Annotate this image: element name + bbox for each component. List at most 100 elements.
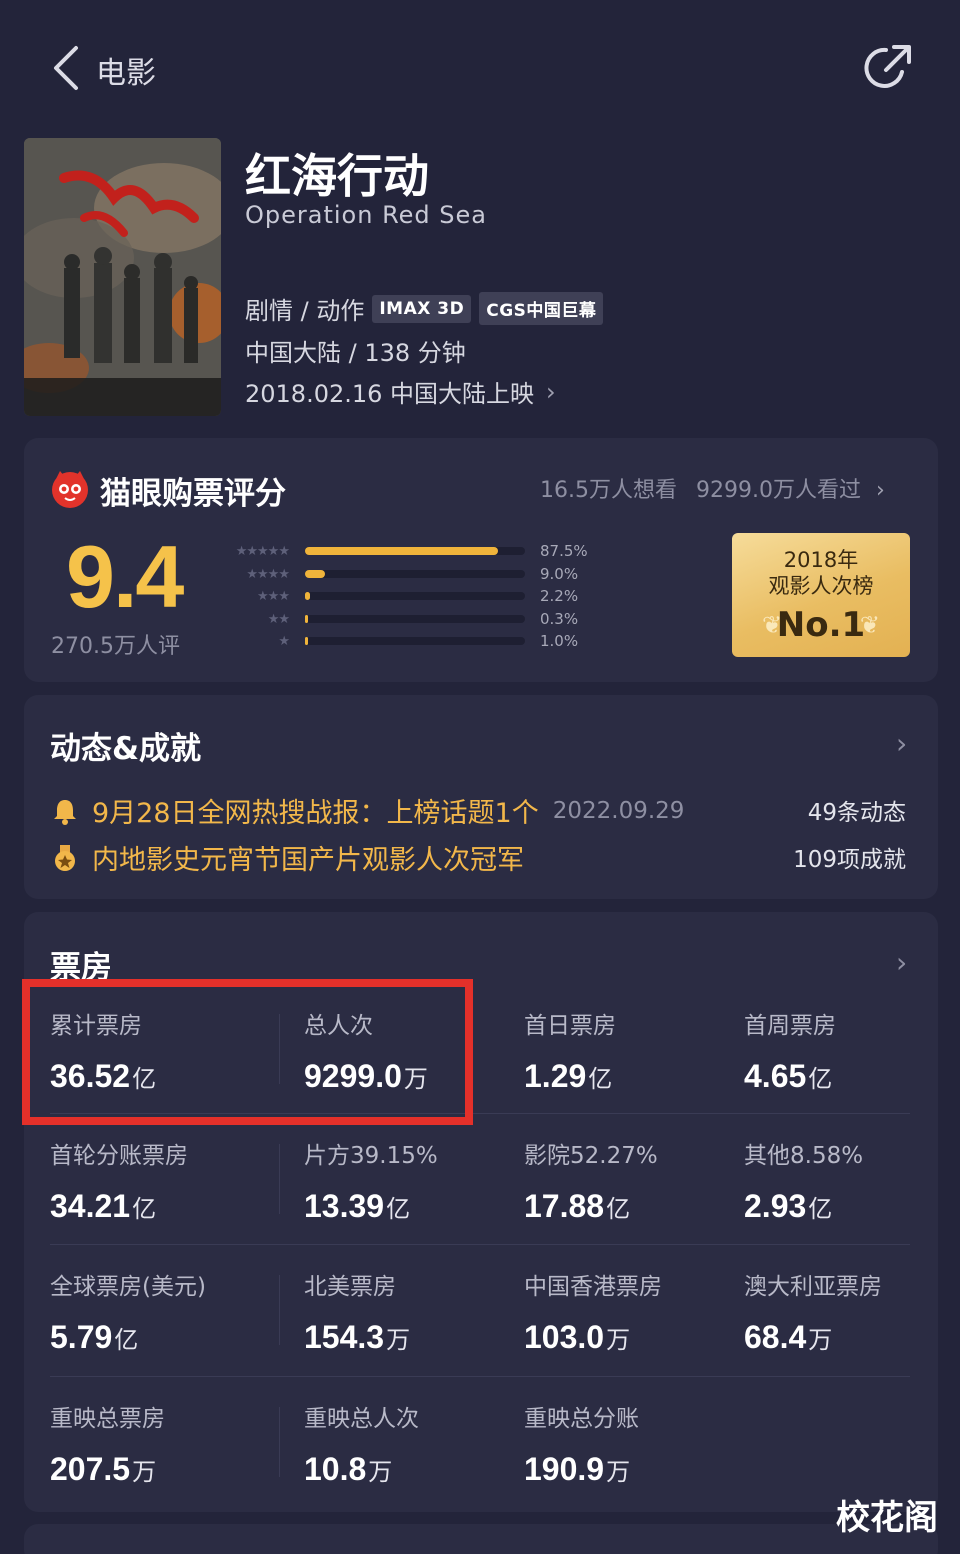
boxoffice-cell: 北美票房 154.3万 — [304, 1267, 410, 1356]
distribution-bar — [305, 547, 498, 555]
audience-stats[interactable]: 16.5万人想看 9299.0万人看过 › — [540, 472, 885, 504]
star-icons: ★★★ — [257, 589, 290, 604]
chevron-right-icon: › — [896, 727, 908, 760]
boxoffice-cell: 澳大利亚票房 68.4万 — [744, 1267, 882, 1356]
distribution-percent: 9.0% — [540, 564, 579, 583]
news-card[interactable]: 动态&成就 › 9月28日全网热搜战报：上榜话题1个 2022.09.29 49… — [24, 695, 938, 899]
column-divider — [279, 1275, 280, 1345]
share-icon — [864, 45, 911, 88]
want-count: 16.5万人想看 — [540, 478, 677, 503]
medal-icon — [55, 844, 75, 871]
release-date: 2018.02.16 中国大陆上映 — [245, 380, 535, 408]
boxoffice-label: 澳大利亚票房 — [744, 1274, 882, 1300]
boxoffice-label: 首轮分账票房 — [50, 1143, 188, 1169]
badge-rank: No.1 — [776, 605, 866, 645]
boxoffice-number: 4.65 — [744, 1058, 807, 1094]
watermark: 校花阁 — [836, 1498, 938, 1538]
distribution-track — [305, 637, 525, 645]
laurel-right-icon: ❦ — [859, 611, 880, 639]
boxoffice-unit: 万 — [606, 1458, 631, 1486]
boxoffice-label: 重映总票房 — [50, 1406, 165, 1432]
star-icons: ★★★★ — [246, 566, 290, 582]
achievement-text: 内地影史元宵节国产片观影人次冠军 — [92, 845, 524, 876]
boxoffice-number: 103.0 — [524, 1319, 605, 1355]
distribution-bar — [305, 637, 308, 645]
achievement-item[interactable]: 内地影史元宵节国产片观影人次冠军 — [50, 838, 524, 877]
rating-distribution: ★★★★★ 87.5% ★★★★ 9.0% ★★★ 2.2% ★★ 0.3% ★ 1.0% — [217, 541, 588, 654]
rating-title: 猫眼购票评分 — [100, 476, 286, 512]
boxoffice-unit: 万 — [606, 1326, 631, 1354]
distribution-track — [305, 592, 525, 600]
boxoffice-label: 首日票房 — [524, 1013, 616, 1039]
boxoffice-cell: 首日票房 1.29亿 — [524, 1006, 616, 1095]
release-row[interactable]: 2018.02.16 中国大陆上映 › — [245, 374, 556, 409]
distribution-track — [305, 569, 525, 578]
boxoffice-unit: 亿 — [588, 1065, 613, 1093]
news-item-text: 9月28日全网热搜战报：上榜话题1个 — [92, 798, 539, 829]
distribution-row: ★★ 0.3% — [217, 609, 587, 632]
boxoffice-number: 2.93 — [744, 1188, 807, 1224]
news-item[interactable]: 9月28日全网热搜战报：上榜话题1个 2022.09.29 — [50, 791, 684, 830]
rating-card: 猫眼购票评分 16.5万人想看 9299.0万人看过 › 9.4 270.5万人… — [24, 438, 938, 682]
boxoffice-unit: 万 — [368, 1458, 393, 1486]
genre-row: 剧情 / 动作 IMAX 3D CGS中国巨幕 — [245, 291, 604, 326]
ranking-badge[interactable]: 2018年 观影人次榜 ❦ No.1 ❦ — [732, 533, 910, 657]
boxoffice-unit: 亿 — [386, 1195, 411, 1223]
maoyan-cat-icon — [52, 471, 88, 508]
boxoffice-cell: 影院52.27% 17.88亿 — [524, 1136, 658, 1225]
column-divider — [279, 1407, 280, 1477]
boxoffice-number: 10.8 — [304, 1451, 367, 1487]
share-button[interactable] — [862, 42, 914, 94]
distribution-bar — [305, 614, 308, 623]
boxoffice-value: 17.88亿 — [524, 1188, 658, 1225]
achievement-count: 109项成就 — [793, 847, 906, 873]
distribution-percent: 87.5% — [540, 542, 588, 560]
chevron-right-icon: › — [546, 377, 556, 406]
distribution-bar — [305, 592, 310, 600]
back-button[interactable] — [48, 42, 88, 94]
boxoffice-value: 154.3万 — [304, 1319, 410, 1356]
movie-title: 红海行动 — [245, 149, 429, 203]
boxoffice-number: 13.39 — [304, 1188, 385, 1224]
boxoffice-unit: 万 — [386, 1326, 411, 1354]
boxoffice-label: 北美票房 — [304, 1274, 396, 1300]
star-icons: ★★ — [267, 611, 290, 627]
boxoffice-number: 207.5 — [50, 1451, 131, 1487]
boxoffice-label: 片方39.15% — [304, 1143, 438, 1169]
boxoffice-value: 13.39亿 — [304, 1188, 438, 1225]
bell-icon — [54, 799, 76, 825]
boxoffice-unit: 万 — [808, 1326, 833, 1354]
news-title: 动态&成就 — [50, 731, 202, 767]
boxoffice-value: 4.65亿 — [744, 1058, 836, 1095]
distribution-row: ★★★ 2.2% — [217, 586, 587, 609]
row-divider — [50, 1376, 910, 1377]
poster-image — [24, 138, 221, 416]
distribution-row: ★★★★★ 87.5% — [217, 541, 588, 564]
top-bar: 电影 — [0, 0, 960, 130]
news-count: 49条动态 — [807, 800, 906, 826]
format-tag-imax: IMAX 3D — [372, 294, 472, 323]
movie-poster[interactable] — [24, 138, 221, 416]
boxoffice-cell: 重映总人次 10.8万 — [304, 1399, 419, 1488]
chevron-right-icon[interactable]: › — [896, 946, 907, 979]
boxoffice-value: 2.93亿 — [744, 1188, 863, 1225]
badge-subtitle: 观影人次榜 — [768, 574, 874, 598]
boxoffice-label: 影院52.27% — [524, 1143, 658, 1169]
watched-count: 9299.0万人看过 — [696, 478, 861, 503]
boxoffice-unit: 亿 — [114, 1326, 139, 1354]
boxoffice-cell: 首轮分账票房 34.21亿 — [50, 1136, 188, 1225]
boxoffice-number: 190.9 — [524, 1451, 605, 1487]
boxoffice-value: 68.4万 — [744, 1319, 882, 1356]
boxoffice-label: 重映总人次 — [304, 1406, 419, 1432]
distribution-percent: 2.2% — [540, 587, 579, 605]
boxoffice-cell: 重映总分账 190.9万 — [524, 1399, 639, 1488]
star-icons: ★ — [278, 634, 290, 649]
distribution-row: ★ 1.0% — [217, 631, 587, 654]
boxoffice-number: 1.29 — [524, 1058, 587, 1094]
boxoffice-value: 10.8万 — [304, 1451, 419, 1488]
format-tag-cgs: CGS中国巨幕 — [479, 292, 604, 325]
boxoffice-number: 154.3 — [304, 1319, 385, 1355]
page-title: 电影 — [96, 56, 156, 91]
boxoffice-cell: 全球票房(美元) 5.79亿 — [50, 1267, 206, 1356]
distribution-row: ★★★★ 9.0% — [217, 564, 587, 587]
